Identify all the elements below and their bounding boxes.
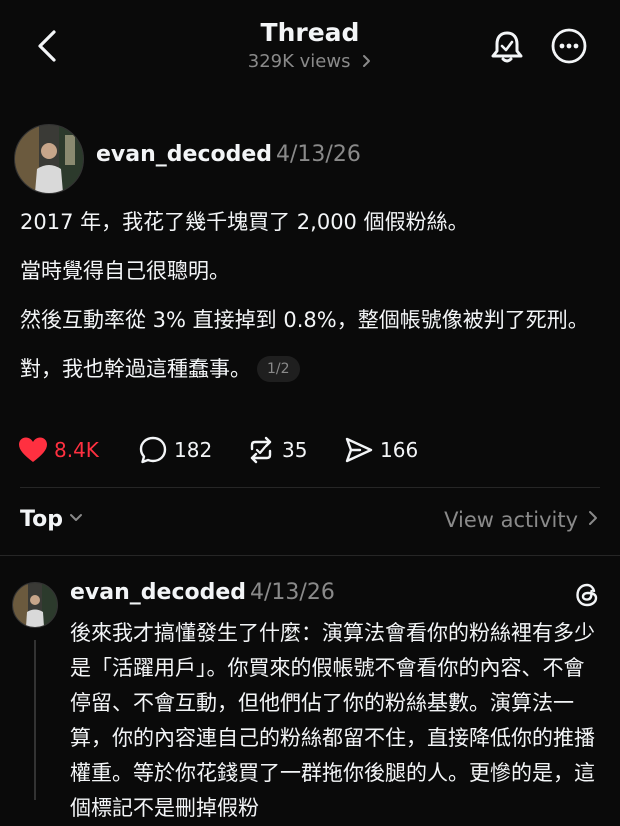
thread-line — [34, 640, 36, 800]
chevron-down-icon — [69, 514, 82, 521]
repost-icon — [250, 436, 272, 464]
heart-icon — [19, 437, 47, 462]
page-indicator: 1/2 — [257, 356, 300, 382]
action-bar: 8.4K 182 35 166 — [18, 432, 618, 468]
avatar-photo — [13, 583, 57, 627]
views-link[interactable]: 329K views — [0, 51, 620, 72]
divider — [0, 555, 620, 556]
post-paragraph: 當時覺得自己很聰明。 — [20, 259, 230, 283]
view-activity-label: View activity — [444, 508, 578, 532]
bell-icon[interactable] — [487, 26, 527, 66]
threads-logo-icon[interactable] — [572, 580, 602, 610]
post-body: 2017 年，我花了幾千塊買了 2,000 個假粉絲。 當時覺得自己很聰明。 然… — [20, 206, 595, 402]
avatar-photo — [15, 125, 83, 193]
top-bar: Thread 329K views — [0, 0, 620, 100]
share-count: 166 — [380, 438, 419, 462]
chevron-right-icon — [589, 511, 597, 525]
post-paragraph: 2017 年，我花了幾千塊買了 2,000 個假粉絲。 — [20, 210, 469, 234]
replies-toolbar: Top View activity — [0, 505, 620, 539]
repost-button[interactable]: 35 — [246, 432, 307, 468]
post-paragraph-last: 對，我也幹過這種蠢事。 1/2 — [20, 353, 595, 385]
post-paragraph: 對，我也幹過這種蠢事。 — [20, 357, 251, 381]
like-count: 8.4K — [54, 438, 99, 462]
reply-body: 後來我才搞懂發生了什麼：演算法會看你的粉絲裡有多少是「活躍用戶」。你買來的假帳號… — [70, 621, 595, 820]
post-date: 4/13/26 — [276, 142, 361, 167]
comment-icon — [139, 436, 167, 464]
sort-label: Top — [20, 507, 63, 532]
like-button[interactable]: 8.4K — [18, 432, 99, 468]
username[interactable]: evan_decoded — [70, 580, 246, 605]
share-icon — [345, 437, 373, 463]
comment-count: 182 — [174, 438, 213, 462]
post-author[interactable]: evan_decoded 4/13/26 — [96, 142, 361, 167]
avatar[interactable] — [14, 124, 84, 194]
divider — [20, 487, 600, 488]
username[interactable]: evan_decoded — [96, 142, 272, 167]
chevron-right-icon — [363, 55, 371, 67]
more-icon[interactable] — [549, 26, 589, 66]
views-count: 329K views — [247, 51, 351, 72]
share-button[interactable]: 166 — [344, 432, 418, 468]
reply-author[interactable]: evan_decoded 4/13/26 — [70, 580, 335, 605]
post-paragraph: 然後互動率從 3% 直接掉到 0.8%，整個帳號像被判了死刑。 — [20, 308, 589, 332]
avatar[interactable] — [12, 582, 58, 628]
view-activity-link[interactable]: View activity — [444, 508, 598, 532]
comment-button[interactable]: 182 — [138, 432, 212, 468]
sort-dropdown[interactable]: Top — [20, 507, 83, 532]
repost-count: 35 — [282, 438, 308, 462]
reply-date: 4/13/26 — [250, 580, 335, 605]
page-title: Thread — [260, 18, 360, 47]
